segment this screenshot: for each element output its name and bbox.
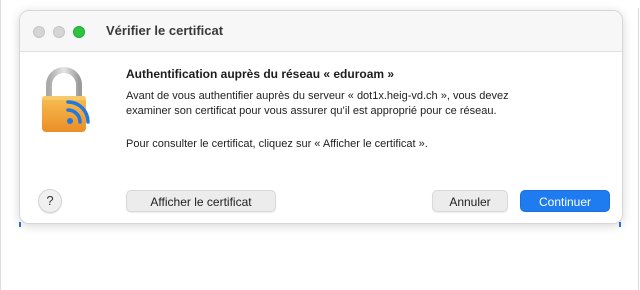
certificate-dialog: Vérifier le certificat Authentification …	[19, 10, 623, 224]
show-certificate-button[interactable]: Afficher le certificat	[126, 190, 276, 212]
screen: Vérifier le certificat Authentification …	[0, 0, 640, 290]
message-line-2: examiner son certificat pour vous assure…	[126, 105, 497, 117]
message-line-1: Avant de vous authentifier auprès du ser…	[126, 90, 509, 102]
continue-button[interactable]: Continuer	[520, 190, 610, 212]
window-edge-highlight-left	[19, 222, 21, 227]
dialog-instruction: Pour consulter le certificat, cliquez su…	[126, 138, 428, 150]
cancel-button[interactable]: Annuler	[432, 190, 508, 212]
help-button[interactable]: ?	[38, 189, 62, 213]
zoom-window-button[interactable]	[73, 26, 85, 38]
background-edge-left	[0, 0, 1, 290]
window-edge-highlight-right	[619, 222, 621, 227]
title-bar: Vérifier le certificat	[20, 11, 622, 52]
lock-wifi-icon	[42, 67, 90, 132]
window-title: Vérifier le certificat	[106, 23, 224, 38]
dialog-heading: Authentification auprès du réseau « edur…	[126, 67, 395, 81]
close-window-button[interactable]	[33, 26, 45, 38]
dialog-message: Avant de vous authentifier auprès du ser…	[126, 89, 586, 119]
dialog-content: Authentification auprès du réseau « edur…	[20, 52, 622, 223]
background-edge-right	[638, 8, 639, 290]
minimize-window-button[interactable]	[53, 26, 65, 38]
